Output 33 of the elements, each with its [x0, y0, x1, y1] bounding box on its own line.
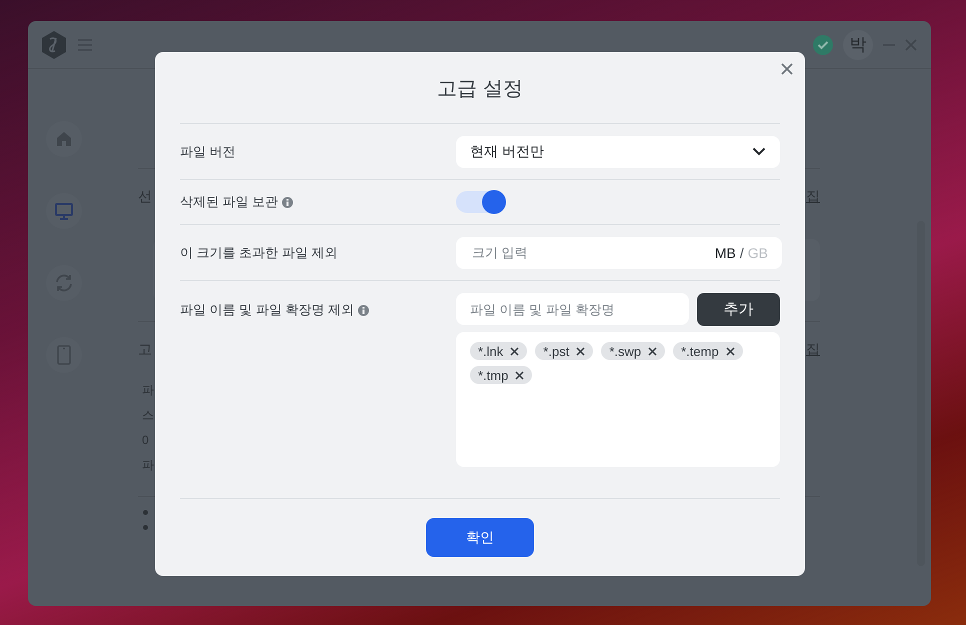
check-icon	[813, 34, 833, 54]
remove-icon[interactable]	[510, 346, 520, 356]
setting-label: 파일 버전	[180, 142, 236, 160]
remove-icon[interactable]	[576, 346, 586, 356]
version-dropdown[interactable]: 현재 버전만	[456, 136, 780, 168]
monitor-icon	[54, 201, 74, 221]
exclusion-tag[interactable]: *.lnk	[470, 342, 528, 360]
size-input-field[interactable]: 크기 입력 MB / GB	[456, 236, 782, 268]
setting-label: 파일 이름 및 파일 확장명 제외	[180, 301, 354, 319]
unit-option[interactable]: MB	[714, 244, 736, 260]
exclusion-tag[interactable]: *.pst	[535, 342, 594, 360]
sync-icon	[53, 272, 75, 294]
home-icon	[55, 130, 73, 148]
filename-input-field[interactable]: 파일 이름 및 파일 확장명	[456, 293, 689, 325]
exclusion-tag[interactable]: *.temp	[673, 342, 743, 360]
bullet-dot	[143, 525, 148, 530]
remove-icon[interactable]	[648, 346, 658, 356]
toggle-switch[interactable]	[456, 191, 506, 213]
confirm-button[interactable]: 확인	[426, 518, 534, 557]
remove-icon[interactable]	[515, 370, 524, 380]
close-icon[interactable]	[779, 61, 795, 77]
setting-label: 이 크기를 초과한 파일 제외	[180, 244, 338, 262]
exclusion-tag[interactable]: *.tmp	[470, 366, 532, 384]
phone-icon	[57, 345, 71, 365]
unit-separator: /	[738, 244, 745, 260]
chevron-down-icon	[752, 147, 766, 156]
bullet-dot	[143, 510, 148, 515]
remove-icon[interactable]	[726, 346, 735, 356]
app-logo-icon	[40, 30, 68, 60]
setting-label: 삭제된 파일 보관	[180, 193, 278, 211]
add-button[interactable]: 추가	[697, 293, 780, 326]
exclusion-tag[interactable]: *.swp	[601, 342, 666, 360]
dialog-title: 고급 설정	[180, 52, 780, 124]
